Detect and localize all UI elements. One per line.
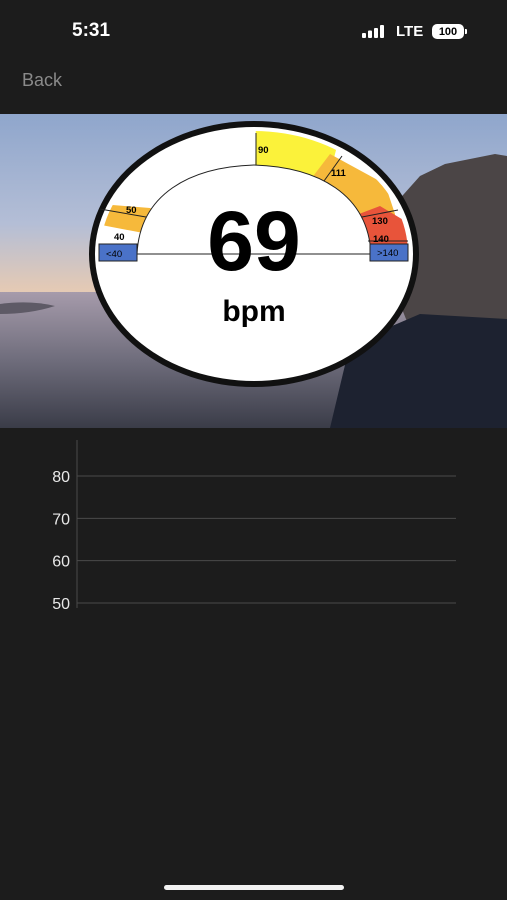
y-tick-label: 80 <box>52 469 70 486</box>
status-time: 5:31 <box>72 20 111 41</box>
zone-label-130: 130 <box>372 216 388 227</box>
zone-label-below-40: <40 <box>106 249 122 260</box>
chart-svg: 80 70 60 50 <box>52 440 456 613</box>
zone-label-90: 90 <box>258 145 269 156</box>
cellular-signal-icon <box>362 25 384 38</box>
heart-rate-value: 69 <box>207 194 300 288</box>
home-indicator[interactable] <box>164 885 344 890</box>
heart-rate-unit: bpm <box>222 295 285 328</box>
zone-label-140: 140 <box>373 234 389 245</box>
battery-cap <box>465 29 467 34</box>
battery-icon: 100 <box>432 24 468 39</box>
zone-label-above-140: >140 <box>377 248 398 259</box>
y-tick-label: 50 <box>52 596 70 613</box>
back-button[interactable]: Back <box>22 70 62 91</box>
gauge-hero: <40 40 50 90 111 130 140 >140 69 bpm <box>0 114 507 428</box>
y-tick-label: 60 <box>52 554 70 571</box>
zone-label-40: 40 <box>114 232 125 243</box>
battery-level: 100 <box>432 24 464 39</box>
zone-label-50: 50 <box>126 205 137 216</box>
network-type: LTE <box>396 23 424 40</box>
gauge-scene: <40 40 50 90 111 130 140 >140 69 bpm <box>0 114 507 428</box>
chart-gridlines: 80 70 60 50 <box>52 469 456 613</box>
y-tick-label: 70 <box>52 511 70 528</box>
status-bar: 5:31 LTE 100 <box>0 0 507 62</box>
navigation-bar: Back <box>0 62 507 114</box>
heart-rate-chart: 80 70 60 50 <box>0 428 507 678</box>
zone-label-111: 111 <box>331 168 347 179</box>
